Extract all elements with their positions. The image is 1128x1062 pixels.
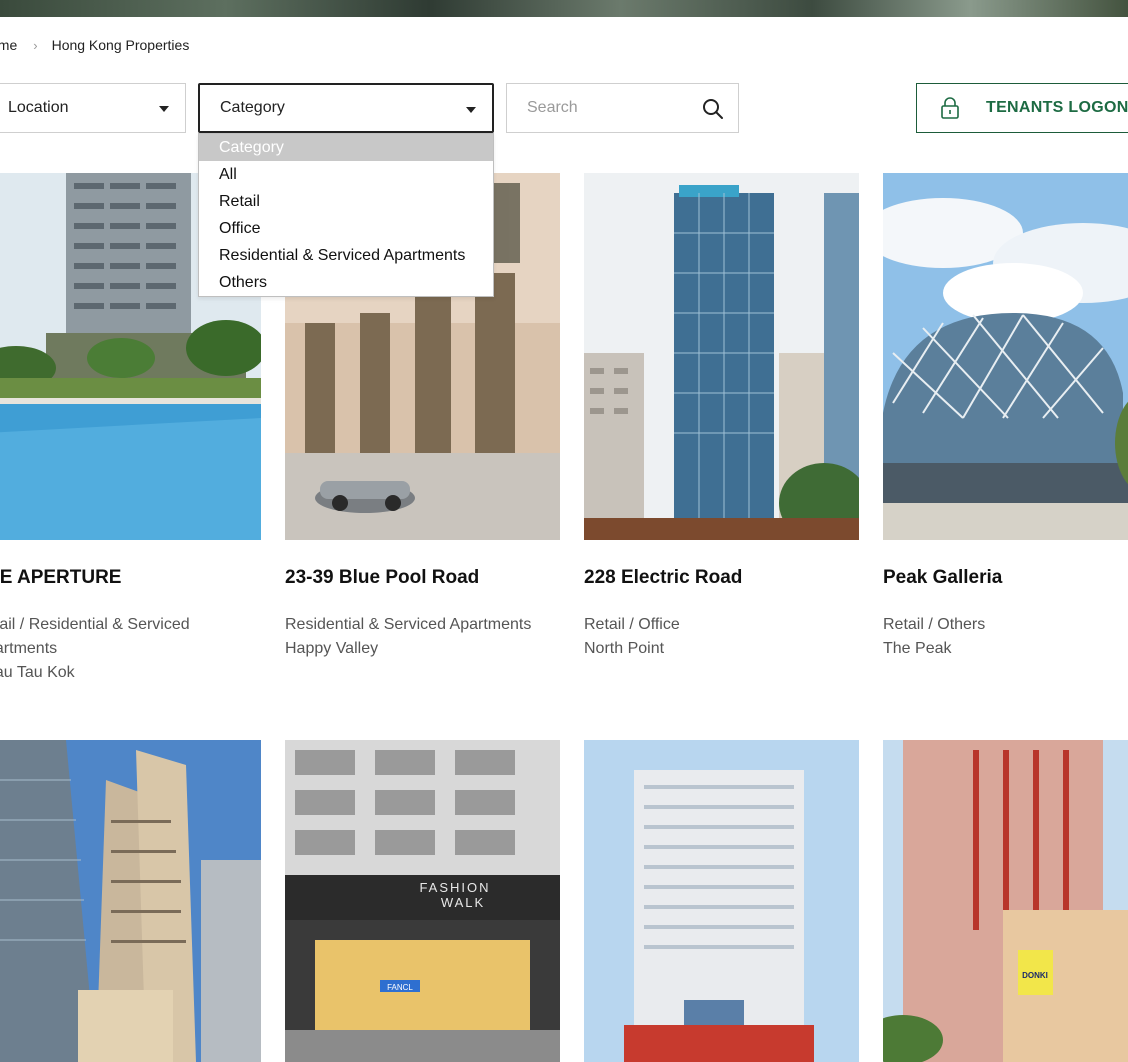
property-category: Residential & Serviced Apartments <box>285 616 532 633</box>
breadcrumb-home-link[interactable]: ome <box>0 37 17 53</box>
property-card[interactable] <box>584 740 859 1062</box>
category-option-placeholder[interactable]: Category <box>199 134 493 161</box>
property-card[interactable]: DONKI <box>883 740 1128 1062</box>
category-option-residential[interactable]: Residential & Serviced Apartments <box>199 242 493 269</box>
property-title[interactable]: 23-39 Blue Pool Road <box>285 567 560 589</box>
property-category: Retail / Others <box>883 616 986 633</box>
category-option-all[interactable]: All <box>199 161 493 188</box>
property-photo[interactable]: DONKI <box>883 740 1128 1062</box>
property-photo[interactable] <box>883 173 1128 540</box>
sign-donki: DONKI <box>1022 971 1048 980</box>
property-photo[interactable] <box>584 173 859 540</box>
chevron-right-icon: › <box>33 37 38 53</box>
category-select-label: Category <box>220 99 285 116</box>
category-option-others[interactable]: Others <box>199 269 493 296</box>
property-card[interactable]: Peak Galleria Retail / Others The Peak <box>883 173 1128 661</box>
breadcrumb: ome › Hong Kong Properties <box>0 37 189 53</box>
tenants-logon-label: TENANTS LOGON <box>986 99 1128 116</box>
property-card[interactable]: 228 Electric Road Retail / Office North … <box>584 173 859 661</box>
property-card[interactable]: FASHION WALK FANCL <box>285 740 560 1062</box>
caret-down-icon <box>159 106 169 112</box>
property-card[interactable] <box>0 740 261 1062</box>
sign-fashion-walk-line2: WALK <box>441 895 485 910</box>
property-category: etail / Residential & Serviced <box>0 616 190 633</box>
property-district: The Peak <box>883 640 952 657</box>
search-input[interactable] <box>507 84 687 132</box>
peak-galleria-photo <box>883 173 1128 540</box>
category-option-office[interactable]: Office <box>199 215 493 242</box>
location-select-label: Location <box>8 99 69 116</box>
caret-down-icon <box>466 107 476 113</box>
lock-icon <box>941 97 959 119</box>
breadcrumb-current: Hong Kong Properties <box>51 37 190 53</box>
property-title[interactable]: HE APERTURE <box>0 567 261 589</box>
property-district: Happy Valley <box>285 640 379 657</box>
property-district: North Point <box>584 640 665 657</box>
property-meta: Residential & Serviced Apartments Happy … <box>285 613 560 661</box>
search-icon[interactable] <box>702 98 724 120</box>
donki-photo: DONKI <box>883 740 1128 1062</box>
property-photo[interactable]: FASHION WALK FANCL <box>285 740 560 1062</box>
search-box <box>506 83 739 133</box>
property-photo-image <box>0 740 261 1062</box>
property-district: gau Tau Kok <box>0 664 75 681</box>
electric-road-photo <box>584 173 859 540</box>
location-select[interactable]: Location <box>0 83 186 133</box>
property-meta: Retail / Others The Peak <box>883 613 1128 661</box>
fashion-walk-photo: FASHION WALK FANCL <box>285 740 560 1062</box>
property-category: Retail / Office <box>584 616 680 633</box>
property-title[interactable]: 228 Electric Road <box>584 567 859 589</box>
hero-banner-strip <box>0 0 1128 17</box>
category-select[interactable]: Category <box>198 83 494 133</box>
property-photo[interactable] <box>584 740 859 1062</box>
property-category-cont: partments <box>0 640 58 657</box>
sign-fashion-walk-line1: FASHION <box>419 880 490 895</box>
property-photo[interactable] <box>0 740 261 1062</box>
property-meta: etail / Residential & Serviced partments… <box>0 613 261 685</box>
tenants-logon-button[interactable]: TENANTS LOGON <box>916 83 1128 133</box>
property-photo-image <box>584 740 859 1062</box>
property-meta: Retail / Office North Point <box>584 613 859 661</box>
category-option-retail[interactable]: Retail <box>199 188 493 215</box>
property-title[interactable]: Peak Galleria <box>883 567 1128 589</box>
sign-fancl: FANCL <box>387 983 413 992</box>
category-dropdown-list: Category All Retail Office Residential &… <box>198 133 494 297</box>
